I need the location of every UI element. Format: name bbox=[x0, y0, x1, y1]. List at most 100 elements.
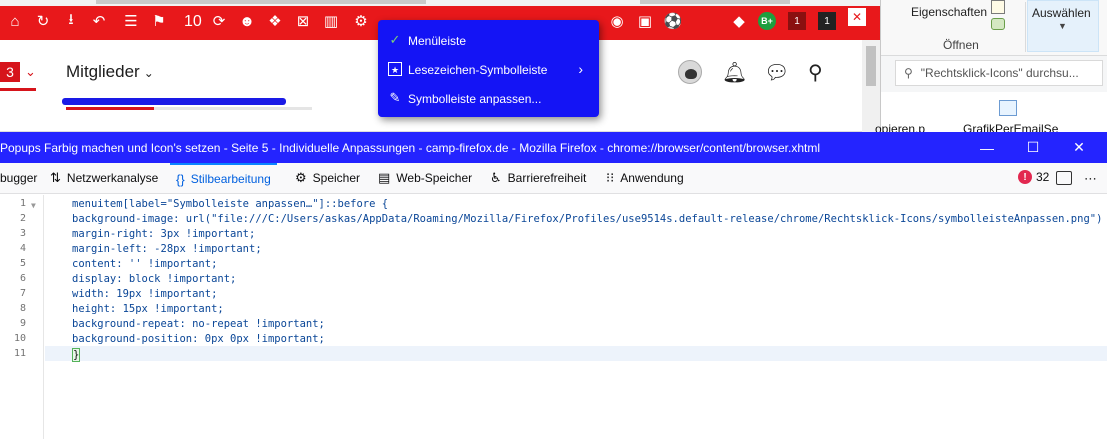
properties-button[interactable]: Eigenschaften bbox=[911, 5, 987, 19]
members-nav[interactable]: Mitglieder ⌄ bbox=[66, 62, 154, 82]
line-number: 4 bbox=[19, 243, 26, 254]
menu-item-bookmarks-toolbar[interactable]: ★ Lesezeichen-Symbolleiste › bbox=[378, 55, 599, 84]
menu-item-menubar[interactable]: ✓ Menüleiste bbox=[378, 26, 599, 55]
url-bar-remnant bbox=[0, 0, 880, 6]
customize-icon: ✎ bbox=[389, 90, 401, 105]
tab-storage[interactable]: ▤ Web-Speicher bbox=[378, 163, 472, 193]
more-options-icon[interactable]: ⋯ bbox=[1084, 171, 1100, 186]
network-icon: ⇅ bbox=[50, 170, 61, 185]
tab-debugger[interactable]: bugger bbox=[0, 163, 37, 193]
highlight-bar bbox=[62, 98, 286, 105]
code-line: margin-left: -28px !important; bbox=[72, 243, 262, 255]
counter-label: 10 bbox=[184, 13, 202, 30]
close-box-icon[interactable]: ⊠ bbox=[294, 12, 312, 30]
line-number: 5 bbox=[19, 258, 26, 269]
checkmark-icon: ✓ bbox=[389, 32, 401, 47]
search-placeholder: "Rechtsklick-Icons" durchsu... bbox=[920, 66, 1079, 80]
error-icon: ! bbox=[1018, 170, 1032, 184]
application-icon: ⁝⁝ bbox=[606, 170, 615, 185]
page-scrollbar[interactable] bbox=[862, 40, 880, 132]
open-group-label: Öffnen bbox=[943, 38, 979, 52]
title-bar: Popups Farbig machen und Icon's setzen -… bbox=[0, 132, 1107, 163]
mail-icon[interactable]: 1 bbox=[818, 12, 836, 30]
scrollbar-thumb[interactable] bbox=[866, 46, 876, 86]
tab-label: Netzwerkanalyse bbox=[66, 171, 159, 185]
bookmarks-toolbar-icon: ★ bbox=[388, 62, 402, 76]
minimize-icon[interactable]: — bbox=[964, 132, 1010, 163]
window-title: Popups Farbig machen und Icon's setzen -… bbox=[0, 141, 821, 155]
select-label: Auswählen bbox=[1032, 6, 1091, 20]
code-line: display: block !important; bbox=[72, 273, 237, 285]
chevron-down-icon: ⌄ bbox=[143, 66, 154, 80]
active-line-highlight bbox=[45, 346, 1107, 361]
memory-icon: ⚙ bbox=[295, 170, 307, 185]
sync-icon[interactable]: ⟳ bbox=[210, 12, 228, 30]
file-list: opieren.p GrafikPerEmailSe bbox=[875, 92, 1107, 136]
search-icon: ⚲ bbox=[904, 66, 913, 80]
line-number: 8 bbox=[19, 303, 26, 314]
reader-icon[interactable]: ▥ bbox=[322, 12, 340, 30]
edit-icon[interactable] bbox=[991, 0, 1005, 14]
line-number: 6 bbox=[19, 273, 26, 284]
target-icon[interactable]: ◉ bbox=[608, 12, 626, 30]
dock-icon[interactable] bbox=[1056, 171, 1072, 185]
history-icon[interactable] bbox=[991, 18, 1005, 30]
code-line: content: '' !important; bbox=[72, 258, 218, 270]
notification-icon[interactable]: 1 bbox=[788, 12, 806, 30]
bell-icon[interactable]: 🔔︎ bbox=[722, 60, 747, 85]
menu-item-customize[interactable]: ✎ Symbolleiste anpassen... bbox=[378, 84, 599, 113]
search-icon[interactable]: ⚲ bbox=[808, 60, 823, 85]
code-line: background-position: 0px 0px !important; bbox=[72, 333, 325, 345]
error-count-label: 32 bbox=[1036, 170, 1050, 184]
tab-accessibility[interactable]: ♿︎ Barrierefreiheit bbox=[490, 163, 586, 193]
reload-icon[interactable]: ↻ bbox=[34, 12, 52, 30]
close-icon[interactable]: ✕ bbox=[1056, 132, 1102, 163]
gem-icon[interactable]: ◆ bbox=[730, 12, 748, 30]
tab-label: Barrierefreiheit bbox=[507, 171, 587, 185]
tab-application[interactable]: ⁝⁝ Anwendung bbox=[606, 163, 684, 193]
flag-icon[interactable]: ⚑ bbox=[150, 12, 168, 30]
tab-memory[interactable]: ⚙ Speicher bbox=[295, 163, 360, 193]
maximize-icon[interactable]: ☐ bbox=[1010, 132, 1056, 163]
storage-icon: ▤ bbox=[378, 170, 391, 185]
style-editor[interactable]: 1 2 3 4 5 6 7 8 9 10 11 ▼ menuitem[label… bbox=[0, 195, 1107, 439]
tab-label: Anwendung bbox=[620, 171, 684, 185]
chevron-down-icon: ▼ bbox=[1058, 21, 1067, 31]
devtools-window: Popups Farbig machen und Icon's setzen -… bbox=[0, 132, 1107, 439]
line-number: 10 bbox=[13, 333, 26, 344]
close-icon[interactable]: ✕ bbox=[848, 8, 866, 26]
chevron-down-icon[interactable]: ⌄ bbox=[25, 64, 36, 80]
file-icon[interactable] bbox=[999, 100, 1017, 116]
line-gutter: 1 2 3 4 5 6 7 8 9 10 11 ▼ bbox=[0, 195, 44, 439]
toolbar-context-menu: ✓ Menüleiste ★ Lesezeichen-Symbolleiste … bbox=[378, 20, 599, 117]
download-icon[interactable]: ⭳ bbox=[62, 11, 80, 30]
ribbon: Eigenschaften Öffnen Auswählen ▼ bbox=[881, 0, 1107, 56]
soccer-icon[interactable]: ⚽ bbox=[664, 12, 683, 30]
list-icon[interactable]: ☰ bbox=[122, 12, 140, 30]
tab-underline bbox=[66, 107, 154, 110]
b-plus-icon[interactable]: B+ bbox=[758, 12, 776, 30]
menu-item-label: Symbolleiste anpassen... bbox=[408, 91, 542, 106]
gear-icon[interactable]: ⚙ bbox=[352, 12, 370, 30]
ribbon-separator bbox=[1025, 2, 1026, 52]
tab-network[interactable]: ⇅ Netzwerkanalyse bbox=[50, 163, 158, 193]
line-number: 1 bbox=[19, 198, 26, 209]
line-number: 11 bbox=[13, 348, 26, 359]
home-icon[interactable]: ⌂ bbox=[6, 12, 24, 30]
select-button[interactable]: Auswählen ▼ bbox=[1027, 0, 1099, 52]
menu-item-label: Lesezeichen-Symbolleiste bbox=[408, 62, 548, 77]
code-line: width: 19px !important; bbox=[72, 288, 218, 300]
avatar[interactable] bbox=[678, 60, 702, 84]
undo-icon[interactable]: ↶ bbox=[90, 12, 108, 30]
search-input[interactable]: ⚲ "Rechtsklick-Icons" durchsu... bbox=[895, 60, 1103, 86]
error-count[interactable]: ! 32 bbox=[1018, 170, 1049, 184]
fold-arrow-icon[interactable]: ▼ bbox=[31, 201, 36, 210]
notification-count[interactable]: 3 bbox=[0, 62, 20, 82]
puzzle-icon[interactable]: ❖ bbox=[266, 12, 284, 30]
save-icon[interactable]: ▣ bbox=[636, 12, 654, 30]
code-line: margin-right: 3px !important; bbox=[72, 228, 256, 240]
chat-icon[interactable]: 💬︎ bbox=[764, 60, 789, 85]
code-line: } bbox=[72, 348, 81, 362]
tab-style-editor[interactable]: {} Stilbearbeitung bbox=[170, 163, 277, 193]
emoji-icon[interactable]: ☻ bbox=[238, 12, 256, 30]
